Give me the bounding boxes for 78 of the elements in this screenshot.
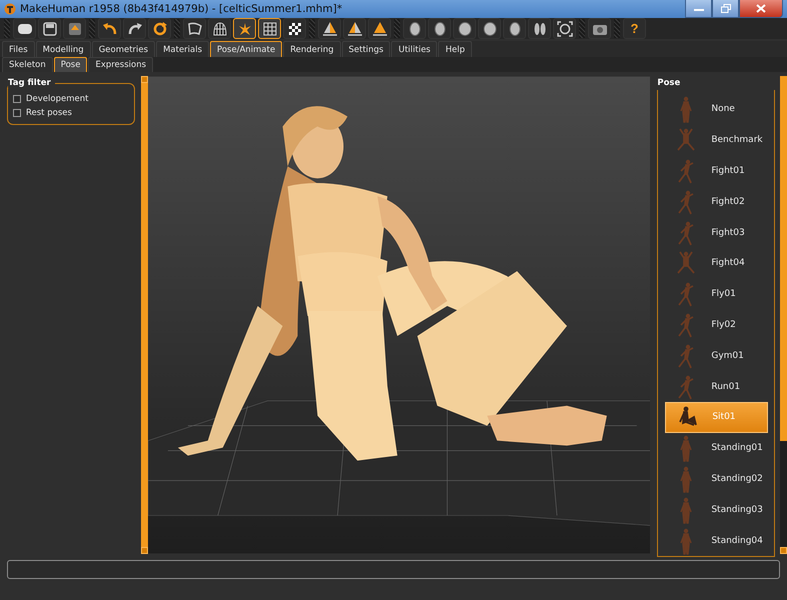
checkbox-label: Rest poses xyxy=(26,108,72,118)
checkbox-label: Developement xyxy=(26,94,88,104)
toolbar-button[interactable] xyxy=(208,18,231,39)
menu-tab[interactable]: Utilities xyxy=(391,41,438,57)
close-button[interactable] xyxy=(739,0,783,18)
toolbar-grip xyxy=(579,19,585,38)
pose-item[interactable]: Standing04 xyxy=(665,525,768,556)
toolbar-button[interactable] xyxy=(403,18,426,39)
checkbox[interactable] xyxy=(13,109,21,117)
scrollbar[interactable] xyxy=(140,76,148,554)
toolbar-button[interactable] xyxy=(528,18,551,39)
shape-icon xyxy=(186,20,204,38)
toolbar-button[interactable] xyxy=(38,18,61,39)
pose-item[interactable]: Standing01 xyxy=(665,432,768,464)
toolbar-button[interactable] xyxy=(183,18,206,39)
save-icon xyxy=(40,20,58,38)
toolbar-button[interactable] xyxy=(13,18,36,39)
symmetry-icon xyxy=(346,20,364,38)
pose-item[interactable]: Standing02 xyxy=(665,464,768,494)
pose-item[interactable]: Standing03 xyxy=(665,494,768,526)
frame-icon xyxy=(556,20,574,38)
sub-tab[interactable]: Pose xyxy=(54,57,88,72)
help-icon: ? xyxy=(630,21,638,36)
toolbar-button[interactable] xyxy=(453,18,476,39)
toolbar-button[interactable] xyxy=(98,18,121,39)
toolbar-button[interactable] xyxy=(343,18,366,39)
sub-tab[interactable]: Expressions xyxy=(88,57,154,72)
app-icon xyxy=(4,3,16,15)
toolbar-button[interactable] xyxy=(553,18,576,39)
pose-item[interactable]: Fly01 xyxy=(665,278,768,310)
pose-item[interactable]: Fight02 xyxy=(665,186,768,218)
pose-item[interactable]: None xyxy=(665,94,768,125)
pose-item[interactable]: Fly02 xyxy=(665,310,768,340)
pose-item[interactable]: Benchmark xyxy=(665,124,768,156)
toolbar-grip xyxy=(89,19,95,38)
symmetry-icon xyxy=(370,20,388,38)
group-title: Tag filter xyxy=(8,78,55,88)
toolbar-button[interactable] xyxy=(283,18,306,39)
checkbox[interactable] xyxy=(13,95,21,103)
grid-icon xyxy=(260,20,278,38)
pose-item[interactable]: Run01 xyxy=(665,371,768,402)
toolbar-button[interactable] xyxy=(428,18,451,39)
toolbar-button[interactable] xyxy=(258,18,281,39)
toolbar-button[interactable] xyxy=(63,18,86,39)
menu-tab[interactable]: Help xyxy=(438,41,472,57)
toolbar-grip xyxy=(614,19,620,38)
pose-item[interactable]: Gym01 xyxy=(665,340,768,372)
group-title: Pose xyxy=(657,78,680,88)
scrollbar[interactable] xyxy=(780,76,787,554)
close-icon xyxy=(756,4,766,13)
symmetry-icon xyxy=(320,20,338,38)
window-title: MakeHuman r1958 (8b43f414979b) - [celticSummer1.mhm]* xyxy=(20,3,344,15)
menu-tab[interactable]: Materials xyxy=(156,41,210,57)
toolbar-button[interactable] xyxy=(123,18,146,39)
toolbar-button[interactable]: ? xyxy=(623,18,646,39)
menu-tab[interactable]: Modelling xyxy=(36,41,91,57)
mesh-icon xyxy=(210,20,228,38)
pose-item[interactable]: Fight03 xyxy=(665,217,768,248)
toolbar-button[interactable] xyxy=(503,18,526,39)
menu-tab[interactable]: Settings xyxy=(342,41,390,57)
toolbar-button[interactable] xyxy=(368,18,391,39)
restore-icon xyxy=(720,4,730,13)
sub-tab[interactable]: Skeleton xyxy=(2,57,53,72)
pose-item[interactable]: Fight04 xyxy=(665,248,768,279)
menu-tab[interactable]: Rendering xyxy=(283,41,341,57)
maximize-button[interactable] xyxy=(712,0,739,18)
toolbar-button[interactable] xyxy=(318,18,341,39)
toolbar-grip xyxy=(4,19,10,38)
pose-item[interactable]: Fight01 xyxy=(665,156,768,186)
menu-tab[interactable]: Geometries xyxy=(92,41,156,57)
toolbar-grip xyxy=(394,19,400,38)
toolbar-button[interactable] xyxy=(478,18,501,39)
menu-tab[interactable]: Pose/Animate xyxy=(210,41,282,57)
menu-tab[interactable]: Files xyxy=(2,41,35,57)
toolbar-button[interactable] xyxy=(148,18,171,39)
minimize-button[interactable] xyxy=(685,0,712,18)
toolbar-grip xyxy=(309,19,315,38)
toolbar-grip xyxy=(174,19,180,38)
